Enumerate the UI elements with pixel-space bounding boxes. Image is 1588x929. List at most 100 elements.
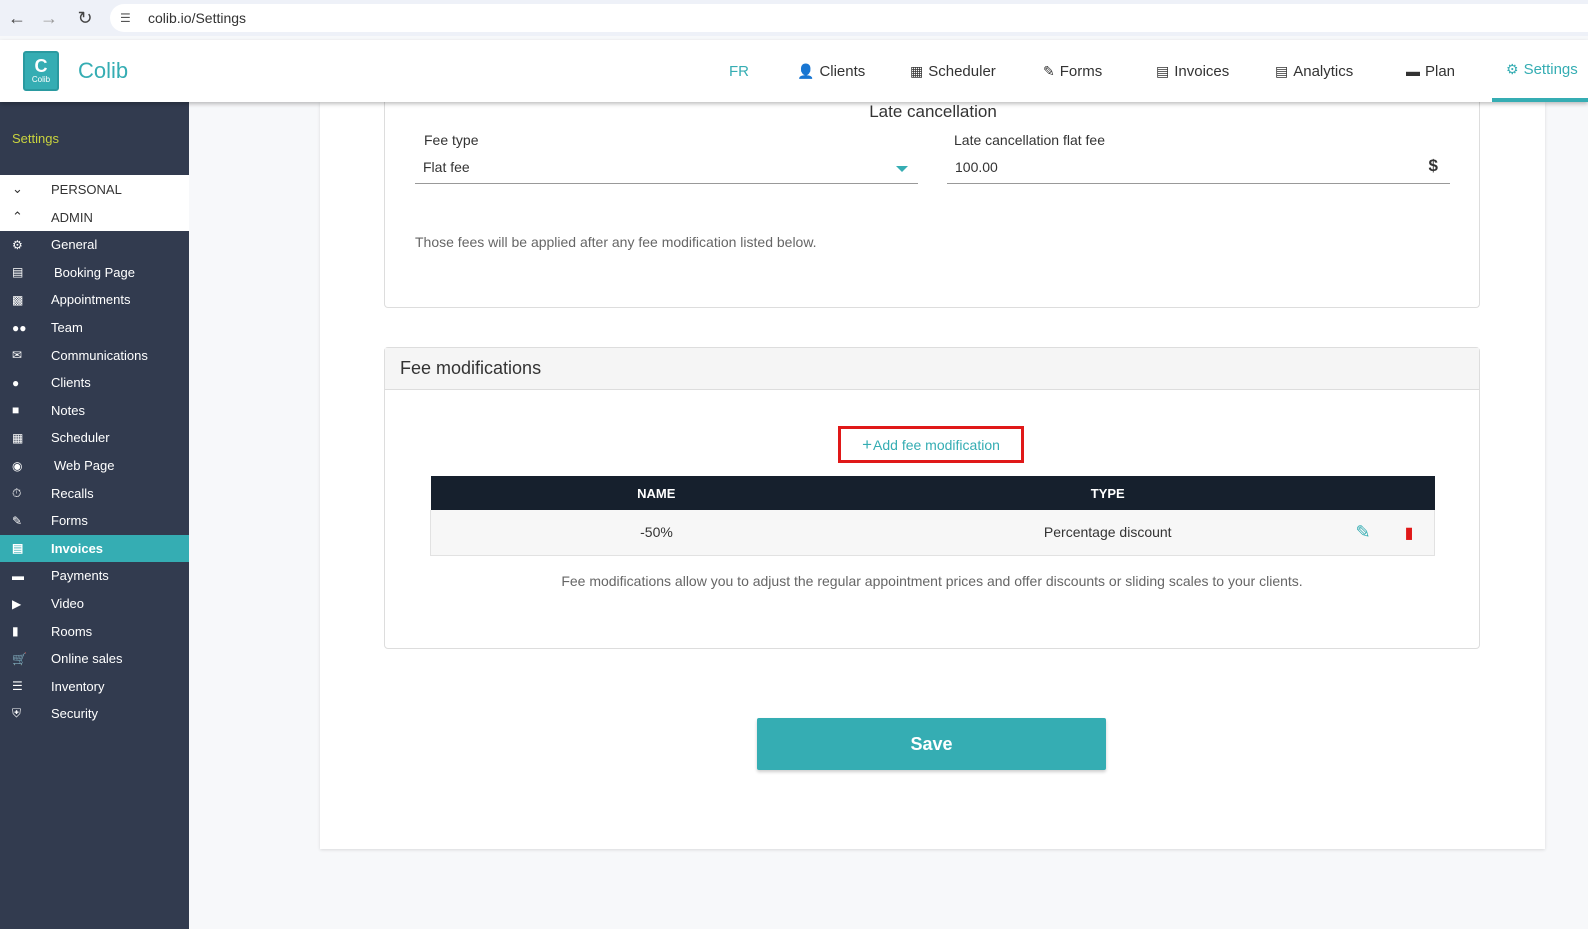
trash-icon[interactable]: ▮ bbox=[1405, 523, 1414, 543]
envelope-icon: ✉ bbox=[12, 348, 23, 363]
sidebar-group-personal[interactable]: ⌄ PERSONAL bbox=[0, 175, 189, 203]
nav-label: Forms bbox=[1059, 62, 1103, 80]
nav-settings[interactable]: ⚙ Settings bbox=[1492, 40, 1588, 102]
calendar-icon: ▦ bbox=[910, 62, 924, 79]
sidebar-item-label: Recalls bbox=[51, 485, 94, 501]
app-header: C Colib Colib FR 👤 Clients ▦ Scheduler ✎… bbox=[0, 40, 1588, 102]
fee-name-cell: -50% bbox=[429, 510, 882, 556]
video-icon: ▶ bbox=[12, 596, 22, 611]
sidebar-item-rooms[interactable]: ▮ Rooms bbox=[0, 617, 189, 645]
sidebar-item-label: Payments bbox=[51, 568, 109, 584]
browser-toolbar: ← → ↻ ☰ colib.io/Settings bbox=[0, 0, 1588, 36]
fee-type-label: Fee type bbox=[424, 132, 479, 148]
sidebar-item-security[interactable]: ⛨ Security bbox=[0, 700, 189, 728]
invoice-icon: ▤ bbox=[12, 541, 24, 556]
nav-analytics[interactable]: ▤ Analytics bbox=[1275, 40, 1353, 102]
nav-scheduler[interactable]: ▦ Scheduler bbox=[910, 40, 996, 102]
chevron-down-icon: ⌄ bbox=[12, 181, 23, 196]
chart-icon: ▤ bbox=[1275, 62, 1289, 79]
address-card-icon: ▩ bbox=[12, 292, 24, 307]
door-icon: ▮ bbox=[12, 624, 19, 639]
sidebar-item-label: Web Page bbox=[54, 458, 115, 474]
nav-label: Settings bbox=[1523, 60, 1578, 78]
arrow-left-icon[interactable]: ← bbox=[0, 1, 34, 35]
sidebar-title: Settings bbox=[12, 131, 59, 146]
table-header-row: NAME TYPE bbox=[430, 476, 1435, 510]
nav-label: Scheduler bbox=[928, 62, 996, 80]
table-row: -50% Percentage discount ✎ ▮ bbox=[429, 510, 1435, 556]
fee-modifications-table: NAME TYPE -50% Percentage discount ✎ ▮ bbox=[429, 476, 1435, 556]
flat-fee-input[interactable]: 100.00 $ bbox=[947, 150, 1450, 184]
nav-label: Invoices bbox=[1174, 62, 1230, 80]
user-icon: ● bbox=[12, 375, 20, 390]
sidebar-item-label: Inventory bbox=[51, 678, 105, 694]
sidebar-item-label: Video bbox=[51, 596, 85, 612]
add-fee-modification-button[interactable]: + Add fee modification bbox=[838, 426, 1024, 463]
group-label: ADMIN bbox=[51, 209, 93, 225]
sidebar-item-web-page[interactable]: ◉ Web Page bbox=[0, 452, 189, 480]
user-icon: 👤 bbox=[797, 62, 815, 79]
sidebar-item-label: Invoices bbox=[51, 540, 104, 556]
pencil-icon[interactable]: ✎ bbox=[1356, 522, 1371, 543]
sidebar-group-admin[interactable]: ⌃ ADMIN bbox=[0, 203, 189, 231]
fee-type-select[interactable]: Flat fee bbox=[415, 150, 918, 184]
signature-icon: ✎ bbox=[12, 513, 23, 528]
sidebar-item-scheduler[interactable]: ▦ Scheduler bbox=[0, 424, 189, 452]
site-settings-icon[interactable]: ☰ bbox=[120, 11, 138, 25]
shield-icon: ⛨ bbox=[12, 706, 22, 721]
credit-card-icon: ▬ bbox=[12, 568, 24, 583]
column-header-name[interactable]: NAME bbox=[430, 476, 882, 510]
nav-plan[interactable]: ▬ Plan bbox=[1406, 40, 1455, 102]
nav-invoices[interactable]: ▤ Invoices bbox=[1156, 40, 1229, 102]
signature-icon: ✎ bbox=[1043, 62, 1055, 79]
invoice-icon: ▤ bbox=[1156, 62, 1170, 79]
group-label: PERSONAL bbox=[51, 181, 122, 197]
sidebar-item-clients[interactable]: ● Clients bbox=[0, 369, 189, 397]
sidebar-item-recalls[interactable]: ⏱ Recalls bbox=[0, 479, 189, 507]
sidebar-item-booking-page[interactable]: ▤ Booking Page bbox=[0, 259, 189, 287]
sidebar-item-inventory[interactable]: ☰ Inventory bbox=[0, 673, 189, 701]
top-navigation: FR 👤 Clients ▦ Scheduler ✎ Forms ▤ Invoi… bbox=[0, 40, 1588, 102]
cart-icon: 🛒 bbox=[12, 651, 27, 666]
nav-label: Analytics bbox=[1293, 62, 1354, 80]
add-fee-modification-label: Add fee modification bbox=[873, 436, 1000, 453]
sidebar-item-label: Rooms bbox=[51, 623, 93, 639]
dollar-icon: $ bbox=[1428, 156, 1438, 175]
sidebar-item-video[interactable]: ▶ Video bbox=[0, 590, 189, 618]
sidebar-item-notes[interactable]: ■ Notes bbox=[0, 397, 189, 425]
sidebar-item-online-sales[interactable]: 🛒 Online sales bbox=[0, 645, 189, 673]
sidebar-item-communications[interactable]: ✉ Communications bbox=[0, 341, 189, 369]
sidebar-item-label: Booking Page bbox=[54, 264, 135, 280]
sidebar-item-forms[interactable]: ✎ Forms bbox=[0, 507, 189, 535]
fee-modifications-title: Fee modifications bbox=[385, 348, 1479, 390]
clipboard-icon: ▤ bbox=[12, 265, 24, 280]
sidebar-item-label: Clients bbox=[51, 375, 91, 391]
credit-card-icon: ▬ bbox=[1406, 63, 1420, 79]
sidebar-item-label: Communications bbox=[51, 347, 148, 363]
reload-icon[interactable]: ↻ bbox=[68, 1, 102, 35]
fee-modifications-note: Fee modifications allow you to adjust th… bbox=[561, 573, 1303, 589]
stopwatch-icon: ⏱ bbox=[12, 485, 22, 500]
sidebar-item-team[interactable]: ●● Team bbox=[0, 314, 189, 342]
chevron-up-icon: ⌃ bbox=[12, 209, 23, 224]
settings-sidebar: Settings ⌄ PERSONAL ⌃ ADMIN ⚙ General ▤ Bo… bbox=[0, 102, 189, 929]
sidebar-item-payments[interactable]: ▬ Payments bbox=[0, 562, 189, 590]
nav-label: FR bbox=[729, 62, 749, 80]
sidebar-item-appointments[interactable]: ▩ Appointments bbox=[0, 286, 189, 314]
sidebar-item-label: General bbox=[51, 237, 98, 253]
nav-clients[interactable]: 👤 Clients bbox=[797, 40, 865, 102]
address-bar[interactable]: ☰ colib.io/Settings bbox=[110, 4, 1588, 32]
arrow-right-icon[interactable]: → bbox=[32, 1, 66, 35]
nav-forms[interactable]: ✎ Forms bbox=[1043, 40, 1102, 102]
globe-icon: ◉ bbox=[12, 458, 23, 473]
users-icon: ●● bbox=[12, 320, 27, 335]
list-icon: ☰ bbox=[12, 679, 23, 694]
save-button[interactable]: Save bbox=[757, 718, 1106, 770]
sidebar-item-general[interactable]: ⚙ General bbox=[0, 231, 189, 259]
sidebar-item-label: Scheduler bbox=[51, 430, 110, 446]
late-cancellation-note: Those fees will be applied after any fee… bbox=[415, 234, 817, 250]
nav-label: Plan bbox=[1425, 62, 1456, 80]
language-toggle[interactable]: FR bbox=[729, 40, 749, 102]
sidebar-item-invoices[interactable]: ▤ Invoices bbox=[0, 534, 189, 563]
column-header-type[interactable]: TYPE bbox=[881, 476, 1334, 510]
